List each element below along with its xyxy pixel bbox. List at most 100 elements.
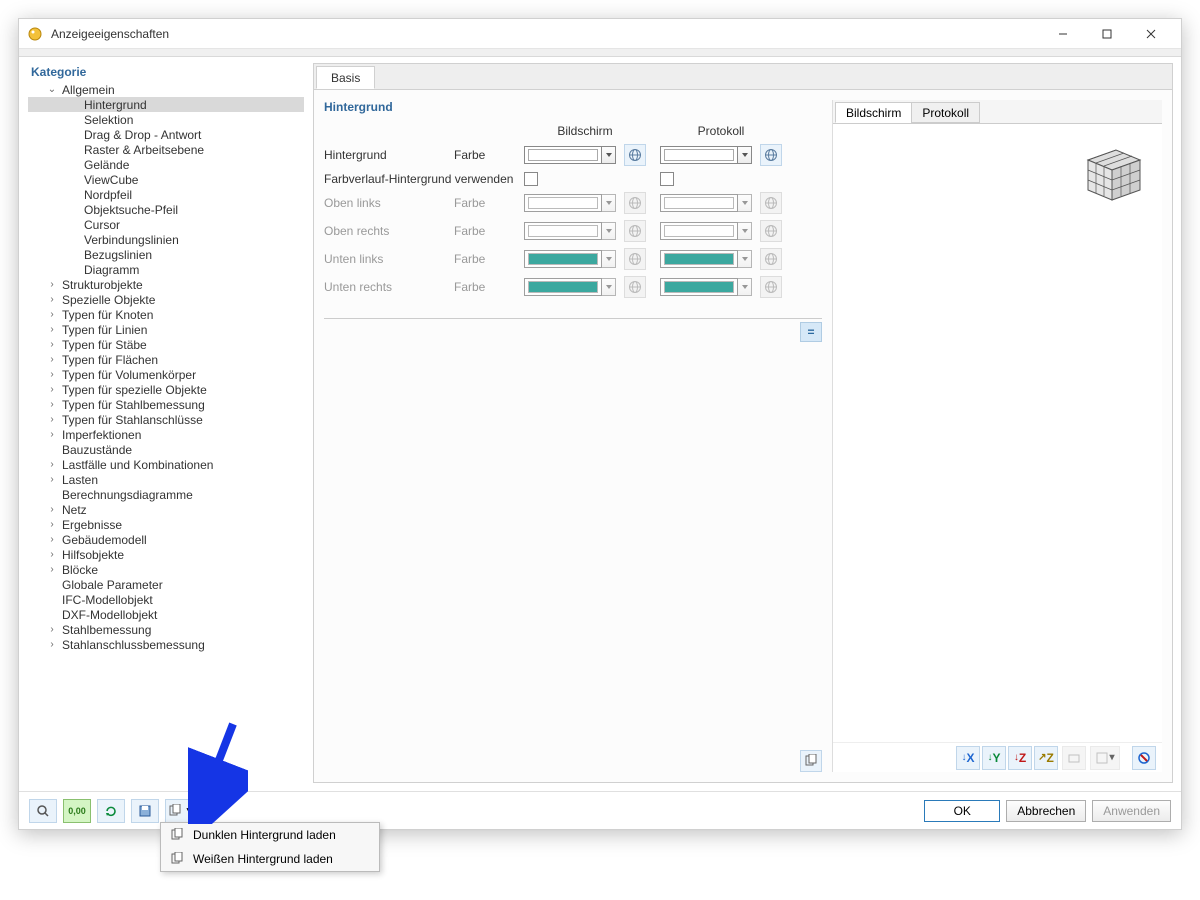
tree-item[interactable]: ›Blöcke [28,562,304,577]
ok-button[interactable]: OK [924,800,1000,822]
preview-tab-screen[interactable]: Bildschirm [835,102,912,123]
row-label-gradient: Farbverlauf-Hintergrund verwenden [324,172,524,186]
globe-button-br-proto [760,276,782,298]
globe-button-bg-proto[interactable] [760,144,782,166]
preview-tabs: Bildschirm Protokoll [833,100,1162,124]
tree-item[interactable]: Hintergrund [28,97,304,112]
color-picker-tl-proto [660,194,760,212]
dialog-body: Kategorie ⌄AllgemeinHintergrundSelektion… [19,57,1181,791]
tree-item[interactable]: ›Hilfsobjekte [28,547,304,562]
preview-viewport[interactable] [833,124,1162,742]
settings-footer [798,750,822,772]
tree-item[interactable]: ›Typen für Volumenkörper [28,367,304,382]
settings-tabs: Basis [314,64,1172,90]
color-picker-tr-screen [524,222,624,240]
tree-item[interactable]: ›Typen für Stäbe [28,337,304,352]
tree-item[interactable]: Bezugslinien [28,247,304,262]
tree-item[interactable]: ›Typen für spezielle Objekte [28,382,304,397]
menu-load-white-bg[interactable]: Weißen Hintergrund laden [161,847,379,871]
globe-button-tr-proto [760,220,782,242]
tree-item[interactable]: ›Spezielle Objekte [28,292,304,307]
units-button[interactable]: 0,00 [63,799,91,823]
color-picker-bg-proto[interactable] [660,146,760,164]
tree-item[interactable]: ›Stahlbemessung [28,622,304,637]
gradient-checkbox-proto[interactable] [660,172,674,186]
copy-settings-button[interactable] [800,750,822,772]
globe-button-tl-screen [624,192,646,214]
chrome-strip [19,49,1181,57]
globe-button-bg-screen[interactable] [624,144,646,166]
tree-item[interactable]: ›Typen für Stahlanschlüsse [28,412,304,427]
tree-item[interactable]: ⌄Allgemein [28,82,304,97]
load-background-split-button[interactable]: ▼ [165,799,199,823]
settings-divider [324,318,822,319]
tree-item[interactable]: ›Typen für Linien [28,322,304,337]
globe-button-br-screen [624,276,646,298]
tree-item[interactable]: ›Imperfektionen [28,427,304,442]
dialog-window: Anzeigeeigenschaften Kategorie ⌄Allgemei… [18,18,1182,830]
color-picker-tr-proto [660,222,760,240]
tree-item[interactable]: Nordpfeil [28,187,304,202]
tree-item[interactable]: ›Typen für Flächen [28,352,304,367]
close-button[interactable] [1129,19,1173,49]
tree-item[interactable]: Objektsuche-Pfeil [28,202,304,217]
color-picker-bg-screen[interactable] [524,146,624,164]
tree-item[interactable]: ›Lasten [28,472,304,487]
row-sublabel-br: Farbe [454,280,524,294]
refresh-button[interactable] [97,799,125,823]
row-sublabel-bg: Farbe [454,148,524,162]
tree-item[interactable]: ›Ergebnisse [28,517,304,532]
tree-item[interactable]: Diagramm [28,262,304,277]
document-icon [169,827,185,843]
view-y-button[interactable]: ↓Y [982,746,1006,770]
tree-item[interactable]: ViewCube [28,172,304,187]
tree-item[interactable]: Bauzustände [28,442,304,457]
view-mode-1-button[interactable] [1062,746,1086,770]
reset-view-button[interactable] [1132,746,1156,770]
tree-item[interactable]: ›Gebäudemodell [28,532,304,547]
color-picker-br-proto [660,278,760,296]
color-picker-bl-screen [524,250,624,268]
tree-item[interactable]: DXF-Modellobjekt [28,607,304,622]
tab-basis[interactable]: Basis [316,66,375,89]
tree-item[interactable]: ›Netz [28,502,304,517]
apply-button[interactable]: Anwenden [1092,800,1171,822]
tree-item[interactable]: Berechnungsdiagramme [28,487,304,502]
tree-item[interactable]: Cursor [28,217,304,232]
tree-item[interactable]: ›Stahlanschlussbemessung [28,637,304,652]
view-iso-button[interactable]: ↗Z [1034,746,1058,770]
maximize-button[interactable] [1085,19,1129,49]
menu-load-dark-bg[interactable]: Dunklen Hintergrund laden [161,823,379,847]
tree-item[interactable]: ›Typen für Stahlbemessung [28,397,304,412]
tree-item[interactable]: Raster & Arbeitsebene [28,142,304,157]
view-mode-2-button[interactable]: ▾ [1090,746,1120,770]
row-sublabel-tr: Farbe [454,224,524,238]
view-x-button[interactable]: ↓X [956,746,980,770]
document-icon [169,851,185,867]
tree-item[interactable]: Selektion [28,112,304,127]
preview-cube-icon [1078,138,1148,208]
globe-button-bl-screen [624,248,646,270]
app-icon [27,26,43,42]
gradient-checkbox-screen[interactable] [524,172,538,186]
category-label: Kategorie [27,63,305,81]
search-button[interactable] [29,799,57,823]
view-z-button[interactable]: ↓Z [1008,746,1032,770]
sync-columns-button[interactable]: = [800,322,822,342]
settings-grid: Bildschirm Protokoll HintergrundFarbeFar… [324,124,822,298]
category-tree[interactable]: ⌄AllgemeinHintergrundSelektionDrag & Dro… [27,81,305,783]
tree-item[interactable]: ›Typen für Knoten [28,307,304,322]
cancel-button[interactable]: Abbrechen [1006,800,1086,822]
tree-item[interactable]: Globale Parameter [28,577,304,592]
center-panel: Basis Hintergrund Bildschirm Protokoll H… [313,63,1173,783]
tree-item[interactable]: ›Lastfälle und Kombinationen [28,457,304,472]
tree-item[interactable]: Verbindungslinien [28,232,304,247]
minimize-button[interactable] [1041,19,1085,49]
tree-item[interactable]: IFC-Modellobjekt [28,592,304,607]
menu-item-label: Weißen Hintergrund laden [193,852,333,866]
tree-item[interactable]: Gelände [28,157,304,172]
save-button[interactable] [131,799,159,823]
tree-item[interactable]: ›Strukturobjekte [28,277,304,292]
tree-item[interactable]: Drag & Drop - Antwort [28,127,304,142]
preview-tab-protokoll[interactable]: Protokoll [911,102,980,123]
